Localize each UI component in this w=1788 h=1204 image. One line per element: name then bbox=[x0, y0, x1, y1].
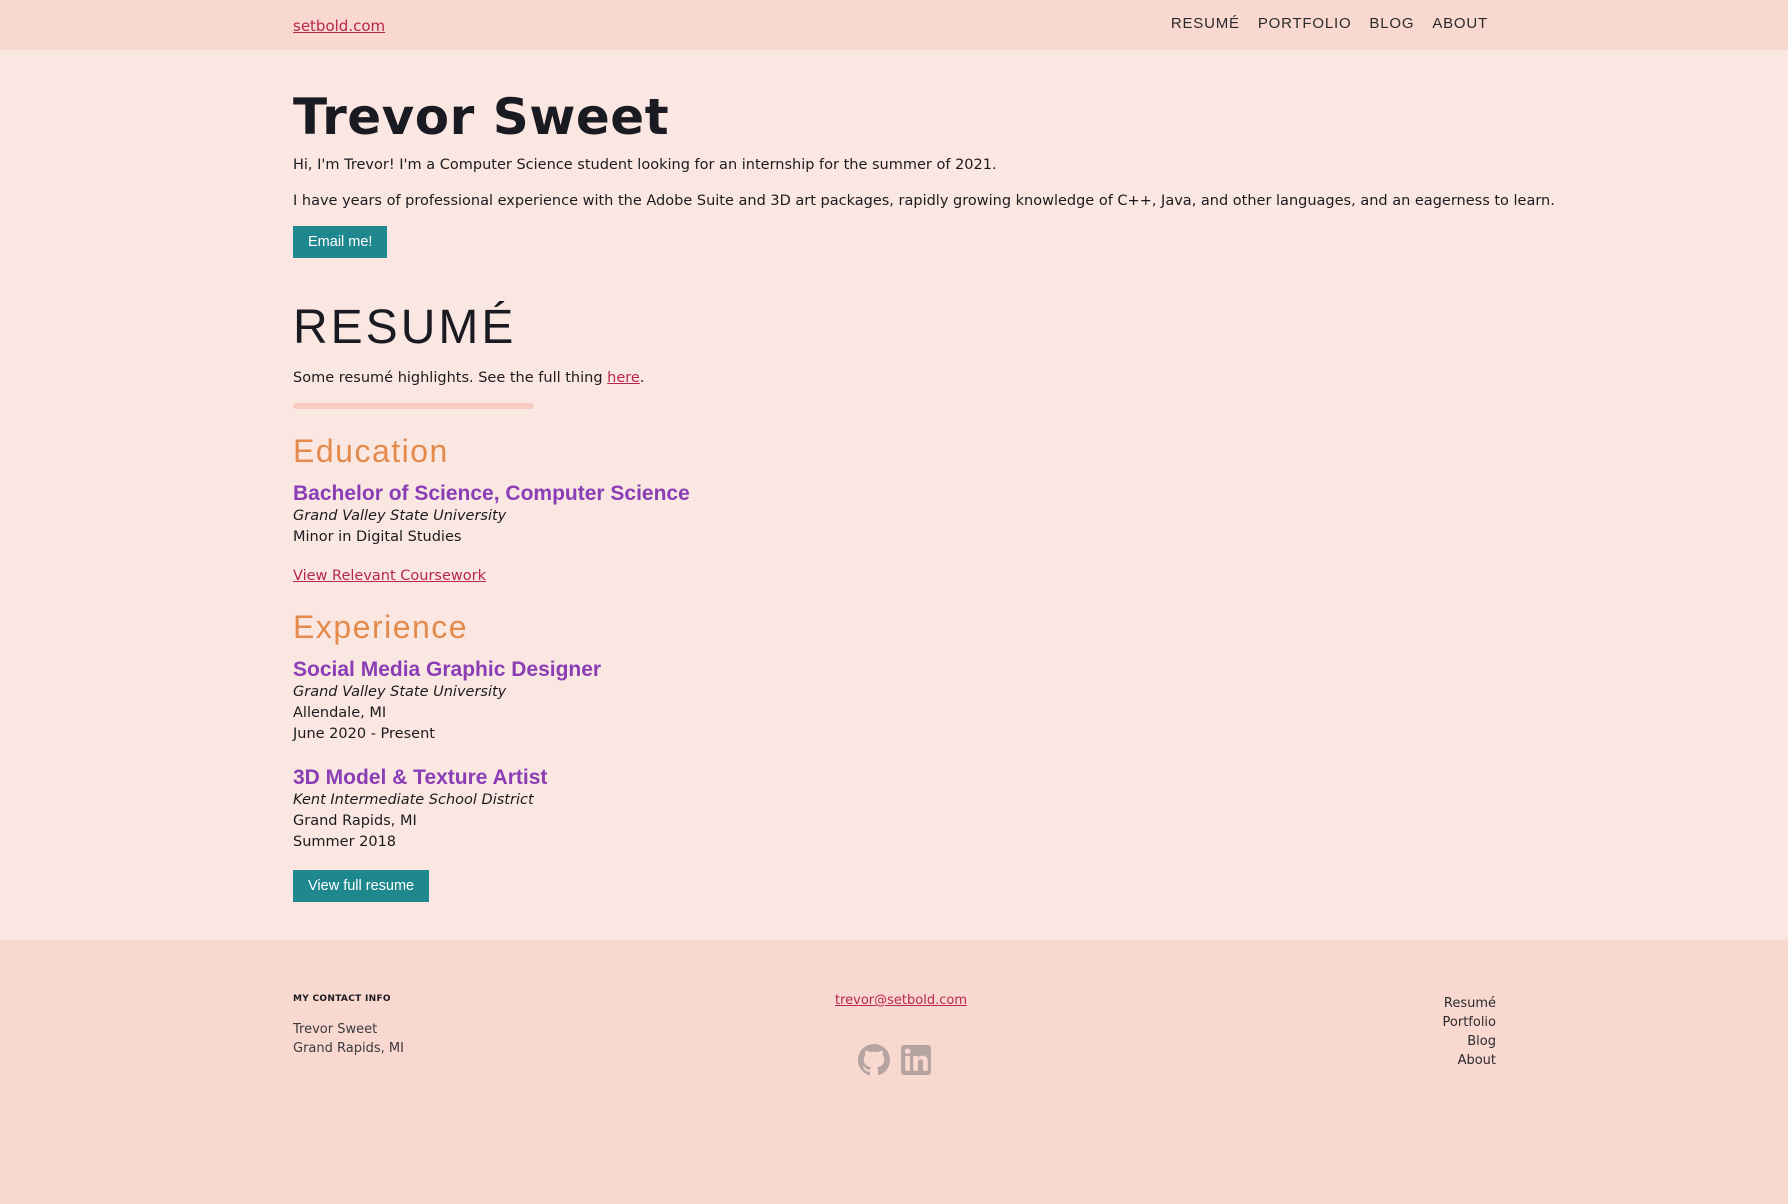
nav-item-portfolio[interactable]: PORTFOLIO bbox=[1258, 15, 1352, 32]
footer: MY CONTACT INFO Trevor Sweet Grand Rapid… bbox=[0, 940, 1788, 1204]
job-location: Grand Rapids, MI bbox=[293, 813, 417, 829]
highlights-prefix: Some resumé highlights. See the full thi… bbox=[293, 370, 608, 386]
email-me-button[interactable]: Email me! bbox=[293, 226, 388, 258]
github-icon[interactable] bbox=[858, 1044, 890, 1076]
intro-paragraph-1: Hi, I'm Trevor! I'm a Computer Science s… bbox=[293, 157, 997, 173]
job-dates: June 2020 - Present bbox=[293, 726, 435, 742]
linkedin-icon[interactable] bbox=[900, 1044, 932, 1076]
section-divider bbox=[293, 403, 534, 409]
highlights-suffix: . bbox=[639, 370, 645, 386]
social-links bbox=[858, 1044, 932, 1076]
experience-heading: Experience bbox=[293, 609, 469, 645]
resume-highlights-text: Some resumé highlights. See the full thi… bbox=[293, 370, 644, 386]
intro-paragraph-2: I have years of professional experience … bbox=[293, 193, 1555, 209]
contact-location: Grand Rapids, MI bbox=[293, 1041, 404, 1056]
nav-item-about[interactable]: ABOUT bbox=[1432, 15, 1488, 32]
degree-minor: Minor in Digital Studies bbox=[293, 529, 462, 545]
resume-here-link[interactable]: here bbox=[607, 370, 640, 386]
nav-item-resume[interactable]: RESUMÉ bbox=[1171, 15, 1240, 32]
education-heading: Education bbox=[293, 433, 449, 469]
contact-name: Trevor Sweet bbox=[293, 1022, 378, 1037]
degree-title: Bachelor of Science, Computer Science bbox=[293, 482, 690, 505]
footer-nav: Resumé Portfolio Blog About bbox=[1443, 994, 1496, 1070]
top-nav-bar: setbold.com RESUMÉ PORTFOLIO BLOG ABOUT bbox=[0, 0, 1788, 50]
resume-heading: RESUMÉ bbox=[293, 301, 517, 354]
footer-link-blog[interactable]: Blog bbox=[1467, 1032, 1496, 1051]
job-org: Kent Intermediate School District bbox=[293, 792, 534, 808]
page-title: Trevor Sweet bbox=[293, 88, 670, 146]
view-coursework-link[interactable]: View Relevant Coursework bbox=[293, 568, 486, 584]
footer-email-link[interactable]: trevor@setbold.com bbox=[835, 993, 967, 1008]
job-title: Social Media Graphic Designer bbox=[293, 658, 602, 681]
main-nav: RESUMÉ PORTFOLIO BLOG ABOUT bbox=[1171, 15, 1488, 32]
degree-school: Grand Valley State University bbox=[293, 508, 507, 524]
job-org: Grand Valley State University bbox=[293, 684, 507, 700]
job-location: Allendale, MI bbox=[293, 705, 387, 721]
footer-link-resume[interactable]: Resumé bbox=[1444, 994, 1496, 1013]
contact-heading: MY CONTACT INFO bbox=[293, 994, 391, 1004]
job-dates: Summer 2018 bbox=[293, 834, 397, 850]
nav-item-blog[interactable]: BLOG bbox=[1369, 15, 1414, 32]
job-title: 3D Model & Texture Artist bbox=[293, 766, 548, 789]
view-full-resume-button[interactable]: View full resume bbox=[293, 870, 430, 902]
footer-link-about[interactable]: About bbox=[1458, 1051, 1496, 1070]
brand-link[interactable]: setbold.com bbox=[293, 17, 385, 35]
footer-link-portfolio[interactable]: Portfolio bbox=[1443, 1013, 1496, 1032]
